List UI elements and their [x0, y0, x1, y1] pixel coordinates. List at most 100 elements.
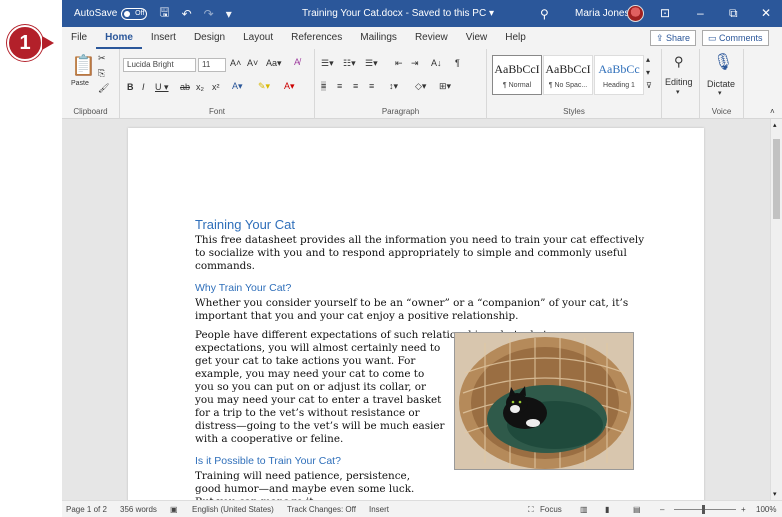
autosave-control[interactable]: AutoSave Off	[74, 7, 148, 20]
styles-more-icon[interactable]: ⊽	[646, 81, 652, 90]
close-icon[interactable]: ✕	[761, 6, 771, 20]
tab-help[interactable]: Help	[496, 27, 535, 49]
ribbon-display-icon[interactable]: ⊡	[660, 6, 670, 20]
style-no-spacing[interactable]: AaBbCcI ¶ No Spac...	[543, 55, 593, 95]
comments-button[interactable]: ▭ Comments	[702, 30, 769, 46]
font-size-box[interactable]: 11	[198, 58, 226, 72]
vertical-scrollbar[interactable]: ▴ ▾	[770, 119, 782, 500]
customize-qat-icon[interactable]: ▾	[226, 7, 232, 21]
autosave-toggle[interactable]: Off	[121, 7, 148, 20]
styles-scroll-down-icon[interactable]: ▾	[646, 68, 650, 77]
find-icon[interactable]: ⚲	[674, 54, 684, 70]
tab-references[interactable]: References	[282, 27, 351, 49]
clear-formatting-icon[interactable]: A̸	[294, 57, 300, 67]
superscript-icon[interactable]: x²	[212, 82, 220, 92]
style-heading-1[interactable]: AaBbCc Heading 1	[594, 55, 644, 95]
styles-scroll-up-icon[interactable]: ▴	[646, 55, 650, 64]
editing-group[interactable]: ⚲ Editing ▾	[662, 49, 700, 119]
align-left-icon[interactable]: ≡	[321, 81, 327, 91]
zoom-slider[interactable]	[674, 509, 736, 510]
cat-in-basket-photo[interactable]	[454, 332, 634, 470]
zoom-slider-handle[interactable]	[702, 505, 705, 514]
underline-icon[interactable]: U ▾	[155, 82, 169, 93]
format-painter-icon[interactable]: 🖌	[98, 83, 109, 94]
tab-file[interactable]: File	[62, 27, 96, 49]
tab-view[interactable]: View	[457, 27, 497, 49]
shrink-font-icon[interactable]: A˅	[247, 58, 258, 68]
chevron-down-icon[interactable]: ▾	[718, 89, 722, 97]
print-layout-icon[interactable]: ▮	[605, 505, 609, 514]
search-icon[interactable]: ⚲	[540, 7, 549, 21]
strikethrough-icon[interactable]: ab	[180, 82, 190, 92]
editing-label[interactable]: Editing	[665, 77, 693, 87]
grow-font-icon[interactable]: A˄	[230, 58, 241, 68]
zoom-in-icon[interactable]: +	[741, 505, 746, 514]
highlight-icon[interactable]: ✎▾	[258, 81, 270, 92]
word-count[interactable]: 356 words	[120, 505, 157, 514]
save-icon[interactable]: 🖫	[159, 3, 169, 24]
numbering-icon[interactable]: ☷▾	[343, 58, 356, 69]
language-indicator[interactable]: English (United States)	[192, 505, 274, 514]
chevron-down-icon[interactable]: ▾	[676, 88, 680, 96]
zoom-out-icon[interactable]: –	[660, 505, 664, 514]
copy-icon[interactable]: ⎘	[98, 68, 105, 79]
borders-icon[interactable]: ⊞▾	[439, 81, 451, 92]
document-title[interactable]: Training Your Cat.docx - Saved to this P…	[302, 8, 494, 19]
justify-icon[interactable]: ≡	[369, 81, 374, 91]
tab-layout[interactable]: Layout	[234, 27, 282, 49]
tab-mailings[interactable]: Mailings	[351, 27, 406, 49]
scroll-down-icon[interactable]: ▾	[773, 490, 777, 498]
redo-icon[interactable]: ↷	[204, 7, 214, 21]
cut-icon[interactable]: ✂	[98, 53, 106, 64]
document-heading[interactable]: Training Your Cat	[195, 218, 645, 231]
tab-review[interactable]: Review	[406, 27, 457, 49]
avatar[interactable]	[627, 5, 644, 22]
bullets-icon[interactable]: ☰▾	[321, 58, 334, 69]
style-normal[interactable]: AaBbCcI ¶ Normal	[492, 55, 542, 95]
tab-home[interactable]: Home	[96, 27, 142, 49]
undo-icon[interactable]: ↶	[182, 7, 192, 21]
multilevel-list-icon[interactable]: ☰▾	[365, 58, 378, 69]
dictate-label[interactable]: Dictate	[707, 79, 735, 89]
zoom-level[interactable]: 100%	[756, 505, 776, 514]
section-heading[interactable]: Why Train Your Cat?	[195, 282, 645, 295]
change-case-icon[interactable]: Aa▾	[266, 58, 282, 69]
scroll-up-icon[interactable]: ▴	[773, 121, 777, 129]
restore-icon[interactable]: ⧉	[729, 6, 738, 21]
page-count[interactable]: Page 1 of 2	[66, 505, 107, 514]
collapse-ribbon-icon[interactable]: ˄	[770, 107, 775, 116]
increase-indent-icon[interactable]: ⇥	[411, 58, 419, 69]
paste-label[interactable]: Paste	[71, 80, 89, 87]
minimize-icon[interactable]: –	[697, 6, 704, 20]
show-marks-icon[interactable]: ¶	[455, 58, 460, 68]
align-center-icon[interactable]: ≡	[337, 81, 342, 91]
sort-icon[interactable]: A↓	[431, 58, 442, 68]
decrease-indent-icon[interactable]: ⇤	[395, 58, 403, 69]
share-button[interactable]: ⇪ Share	[650, 30, 697, 46]
document-page[interactable]: Training Your Cat This free datasheet pr…	[128, 128, 704, 508]
microphone-icon[interactable]: 🎙	[713, 52, 733, 72]
line-spacing-icon[interactable]: ↕▾	[389, 81, 398, 92]
focus-icon[interactable]: ⛶	[528, 505, 534, 515]
body-paragraph[interactable]: Whether you consider yourself to be an “…	[195, 297, 645, 323]
track-changes-status[interactable]: Track Changes: Off	[287, 505, 356, 514]
font-name-box[interactable]: Lucida Bright	[123, 58, 196, 72]
tab-design[interactable]: Design	[185, 27, 234, 49]
paste-icon[interactable]: 📋	[71, 53, 96, 78]
align-right-icon[interactable]: ≡	[353, 81, 358, 91]
tab-insert[interactable]: Insert	[142, 27, 185, 49]
user-name[interactable]: Maria Jones	[575, 8, 629, 19]
bold-icon[interactable]: B	[127, 82, 134, 92]
insert-mode[interactable]: Insert	[369, 505, 389, 514]
text-effects-icon[interactable]: A▾	[232, 81, 243, 92]
read-mode-icon[interactable]: ▥	[580, 505, 588, 514]
web-layout-icon[interactable]: ▤	[633, 505, 641, 514]
shading-icon[interactable]: ◇▾	[415, 81, 426, 92]
italic-icon[interactable]: I	[142, 82, 145, 92]
scrollbar-thumb[interactable]	[773, 139, 780, 219]
intro-paragraph[interactable]: This free datasheet provides all the inf…	[195, 234, 645, 273]
subscript-icon[interactable]: x₂	[196, 82, 204, 92]
font-color-icon[interactable]: A▾	[284, 81, 295, 92]
focus-label[interactable]: Focus	[540, 505, 562, 514]
proofing-icon[interactable]: ▣	[170, 505, 178, 514]
